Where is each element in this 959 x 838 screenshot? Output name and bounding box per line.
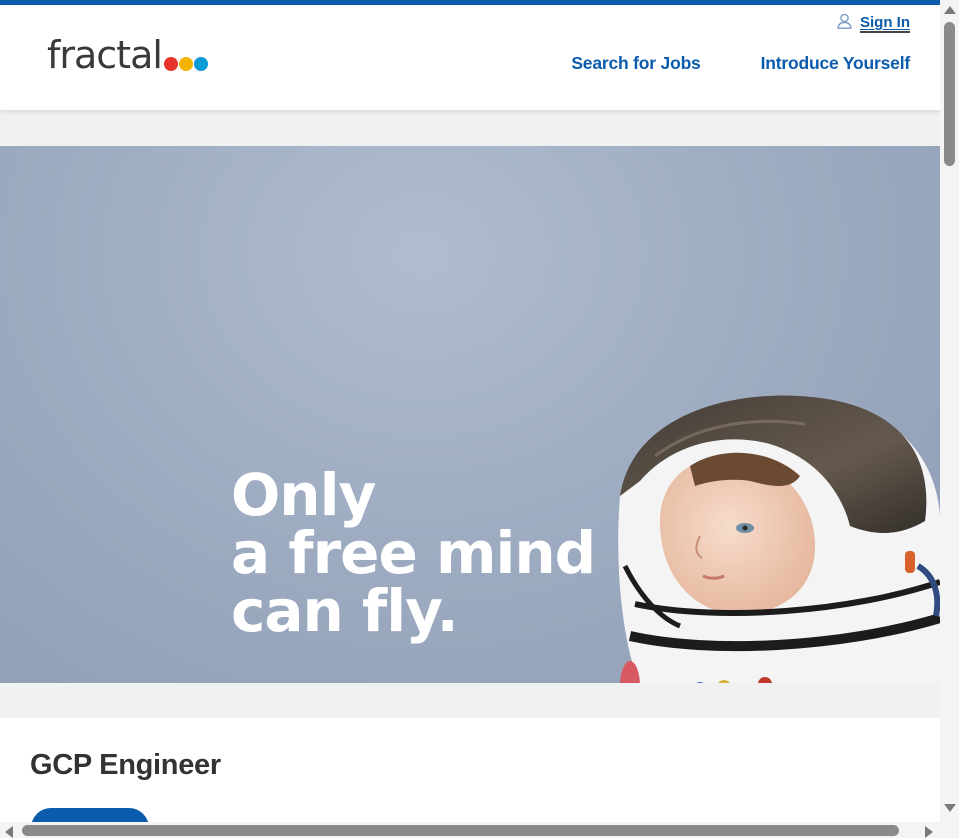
hero-tagline: Only a free mind can fly. [231, 461, 596, 645]
horizontal-scrollbar[interactable] [0, 822, 959, 838]
logo-dot-blue [193, 57, 208, 71]
logo-dot-red [163, 57, 178, 71]
fractal-logo[interactable]: fractal [47, 31, 208, 75]
user-icon [837, 13, 852, 34]
vertical-scrollbar[interactable] [940, 0, 959, 822]
scroll-left-arrow-icon[interactable] [5, 826, 13, 838]
spacer-band [0, 110, 940, 146]
spacer-band-2 [0, 683, 940, 718]
career-page: fractal Sign In Search for Jobs Introduc… [0, 0, 940, 822]
logo-dots [163, 57, 208, 71]
vertical-scroll-thumb[interactable] [944, 22, 955, 166]
sign-in-link[interactable]: Sign In [837, 13, 910, 34]
logo-dot-yellow [178, 57, 193, 71]
sign-in-label: Sign In [860, 14, 910, 33]
logo-wordmark: fractal [47, 33, 163, 77]
main-nav: Search for Jobs Introduce Yourself [571, 53, 910, 74]
apply-button[interactable] [31, 808, 149, 822]
job-title: GCP Engineer [30, 749, 221, 781]
astronaut-child-image [618, 395, 940, 683]
tagline-line-2: a free mind [231, 519, 596, 587]
nav-search-for-jobs[interactable]: Search for Jobs [571, 53, 700, 74]
scroll-down-arrow-icon[interactable] [944, 804, 956, 812]
horizontal-scroll-thumb[interactable] [22, 825, 899, 836]
scroll-right-arrow-icon[interactable] [925, 826, 933, 838]
tagline-line-3: can fly. [231, 577, 459, 645]
hero-banner: Only a free mind can fly. [0, 146, 940, 683]
site-header: fractal Sign In Search for Jobs Introduc… [0, 5, 940, 110]
scroll-up-arrow-icon[interactable] [944, 6, 956, 14]
tagline-line-1: Only [231, 461, 376, 529]
nav-introduce-yourself[interactable]: Introduce Yourself [761, 53, 911, 74]
